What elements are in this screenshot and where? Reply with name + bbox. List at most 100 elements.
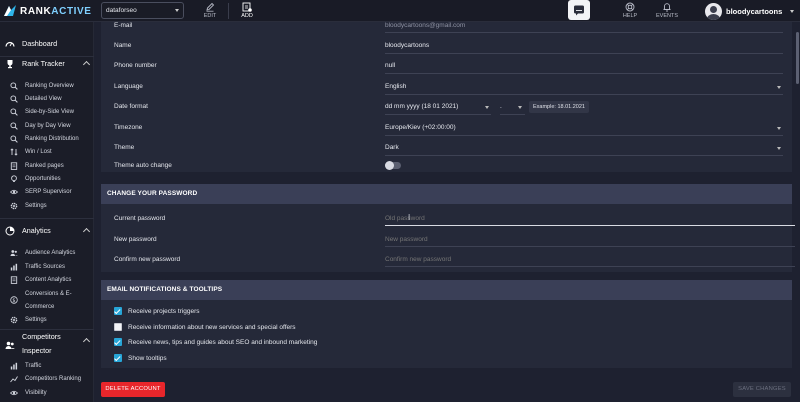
chevron-up-icon [82,337,91,346]
date-example-badge: Example: 18.01.2021 [529,101,589,113]
pencil-icon [206,2,215,12]
lifebuoy-icon [625,2,635,12]
sidebar-label: Traffic Sources [25,263,66,270]
name-field[interactable]: bloodycartoons [385,42,429,49]
scrollbar-thumb[interactable] [796,32,799,84]
delete-account-button[interactable]: DELETE ACCOUNT [101,382,165,397]
sidebar-item-audience-analytics[interactable]: Audience Analytics [0,247,94,260]
sidebar-item-dashboard[interactable]: Dashboard [0,34,94,54]
confirm-password-input[interactable] [385,253,799,265]
checkbox-unchecked[interactable] [114,323,122,331]
sidebar-item-day-by-day-view[interactable]: Day by Day View [0,120,94,133]
edit-button[interactable]: EDIT [198,2,222,21]
user-menu[interactable]: bloodycartoons [705,2,795,20]
sidebar-label: Audience Analytics [25,249,76,256]
new-password-label: New password [114,236,157,243]
notification-option-seo-news[interactable]: Receive news, tips and guides about SEO … [114,337,317,347]
sidebar-item-traffic[interactable]: Traffic [0,360,94,373]
bell-icon [663,3,671,12]
rankactive-logo-icon [4,5,16,16]
document-icon [10,162,18,170]
notification-option-projects-triggers[interactable]: Receive projects triggers [114,306,200,316]
sidebar-item-analytics-settings[interactable]: Settings [0,314,94,327]
notification-option-special-offers[interactable]: Receive information about new services a… [114,322,296,332]
phone-label: Phone number [114,62,157,69]
phone-field-underline [385,73,783,74]
new-password-input[interactable] [385,233,799,245]
notification-option-label: Receive projects triggers [128,307,200,315]
eye-icon [10,189,18,195]
search-icon [10,82,18,90]
sidebar-item-conversions-label-2[interactable]: Commerce [0,301,94,314]
checkbox-checked[interactable] [114,354,122,362]
save-changes-button[interactable]: SAVE CHANGES [733,382,791,397]
sidebar-item-content-analytics[interactable]: Content Analytics [0,274,94,287]
sidebar-section-analytics[interactable]: Analytics [0,221,94,241]
sidebar-label: Content Analytics [25,276,72,283]
sidebar-label-competitors: Competitors [22,332,61,341]
theme-select-value: Dark [385,144,399,151]
events-button[interactable]: EVENTS [653,2,681,19]
sidebar-item-side-by-side-view[interactable]: Side-by-Side View [0,106,94,119]
competitors-icon [5,341,15,349]
phone-field[interactable]: null [385,62,395,69]
sidebar-item-opportunities[interactable]: Opportunities [0,173,94,186]
scrollbar[interactable] [795,22,800,402]
password-section-header: CHANGE YOUR PASSWORD [101,184,792,204]
sidebar-label: Day by Day View [25,122,71,129]
sidebar-item-serp-supervisor[interactable]: SERP Supervisor [0,186,94,199]
sidebar-label: SERP Supervisor [25,188,72,195]
checkbox-checked[interactable] [114,338,122,346]
add-button[interactable]: ADD [235,2,259,21]
theme-select[interactable]: Dark [385,141,783,154]
sidebar-item-ranked-pages[interactable]: Ranked pages [0,160,94,173]
theme-auto-toggle[interactable] [385,161,401,170]
sidebar-item-visibility[interactable]: Visibility [0,387,94,400]
sidebar-label-rank-tracker: Rank Tracker [22,59,65,68]
sidebar-item-conversions-label-1[interactable]: Conversions & E- [0,288,94,301]
notification-option-show-tooltips[interactable]: Show tooltips [114,353,167,363]
sidebar-label: Ranking Overview [25,82,74,89]
sidebar-label-inspector: Inspector [22,346,52,355]
sidebar-item-win-lost[interactable]: Win / Lost [0,146,94,159]
sidebar-item-rank-settings[interactable]: Settings [0,200,94,213]
date-separator-select[interactable]: . [500,100,525,113]
sidebar-divider [0,218,94,219]
sidebar-item-detailed-view[interactable]: Detailed View [0,93,94,106]
project-select[interactable]: dataforseo [101,2,184,19]
traffic-icon [10,362,18,370]
email-label: E-mail [114,22,133,29]
name-field-underline [385,53,783,54]
speedometer-icon [5,41,15,47]
profile-panel: E-mail bloodycartoons@gmail.com Name blo… [101,22,792,172]
project-select-value: dataforseo [106,7,137,14]
sidebar-section-rank-tracker[interactable]: Rank Tracker [0,54,94,74]
current-password-input[interactable] [385,212,799,224]
checkbox-checked[interactable] [114,307,122,315]
messages-button[interactable] [568,0,590,20]
date-format-select[interactable]: dd mm yyyy (18 01 2021) [385,100,491,113]
sidebar-item-traffic-sources[interactable]: Traffic Sources [0,261,94,274]
logo[interactable]: RANKACTIVE [3,4,92,18]
sidebar-item-ranking-distribution[interactable]: Ranking Distribution [0,133,94,146]
analytics-icon [5,226,15,236]
notifications-section-title: EMAIL NOTIFICATIONS & TOOLTIPS [107,286,223,293]
sidebar-label: Conversions & E- [25,290,72,297]
sidebar-label: Detailed View [25,95,62,102]
sidebar-item-competitors-ranking[interactable]: Competitors Ranking [0,373,94,386]
gear-icon [10,202,18,210]
search-icon [10,95,18,103]
sidebar-item-ranking-overview[interactable]: Ranking Overview [0,80,94,93]
date-format-label: Date format [114,103,148,110]
sidebar-section-competitors[interactable]: Competitors Inspector [0,331,94,357]
add-label: ADD [241,13,253,19]
date-format-value: dd mm yyyy (18 01 2021) [385,103,459,110]
date-format-underline [385,114,491,115]
sidebar-label: Settings [25,202,47,209]
language-select[interactable]: English [385,80,783,93]
sidebar-label: Ranked pages [25,162,64,169]
sidebar-label: Win / Lost [25,148,52,155]
help-button[interactable]: HELP [616,2,644,19]
traffic-icon [10,263,18,271]
timezone-select[interactable]: Europe/Kiev (+02:00:00) [385,121,783,134]
